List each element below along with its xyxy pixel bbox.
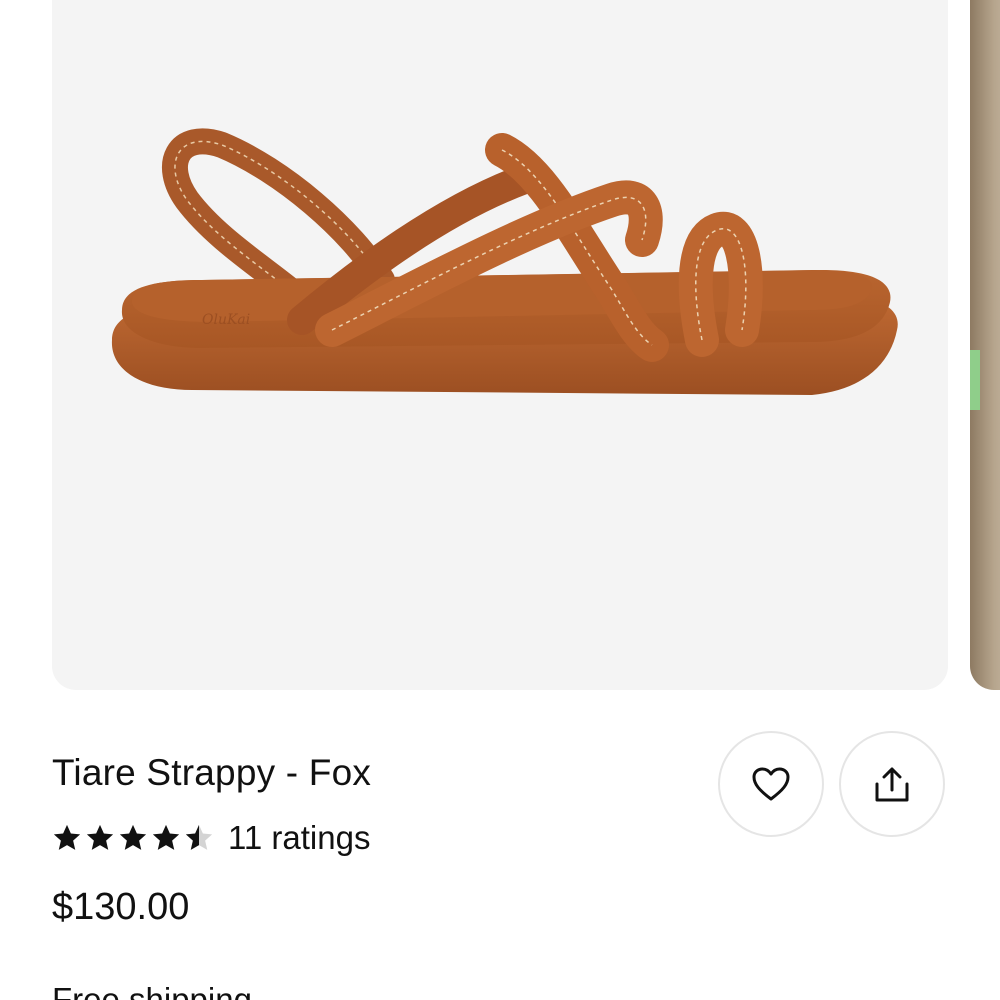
rating-summary[interactable]: 11 ratings [52,818,370,858]
ratings-count[interactable]: 11 ratings [228,819,370,857]
shipping-info: Free shipping [52,981,252,1000]
share-upload-icon [875,767,909,802]
favorite-button[interactable] [718,731,824,837]
next-product-image[interactable] [970,0,1000,690]
star-rating [52,823,214,853]
next-image-accent [970,350,980,410]
product-title: Tiare Strappy - Fox [52,752,372,793]
star-full-icon [151,823,181,853]
brand-mark: OluKai [202,312,250,328]
product-image[interactable]: OluKai [52,0,948,690]
heart-outline-icon [752,767,790,801]
star-half-icon [184,823,214,853]
star-full-icon [85,823,115,853]
product-price: $130.00 [52,886,190,928]
sandal-illustration: OluKai [111,128,898,395]
star-full-icon [118,823,148,853]
product-detail-page: OluKai Tiare Strappy - Fox 11 ratings $1… [0,0,1000,1000]
share-button[interactable] [839,731,945,837]
star-full-icon [52,823,82,853]
product-image-carousel[interactable]: OluKai [0,0,1000,690]
